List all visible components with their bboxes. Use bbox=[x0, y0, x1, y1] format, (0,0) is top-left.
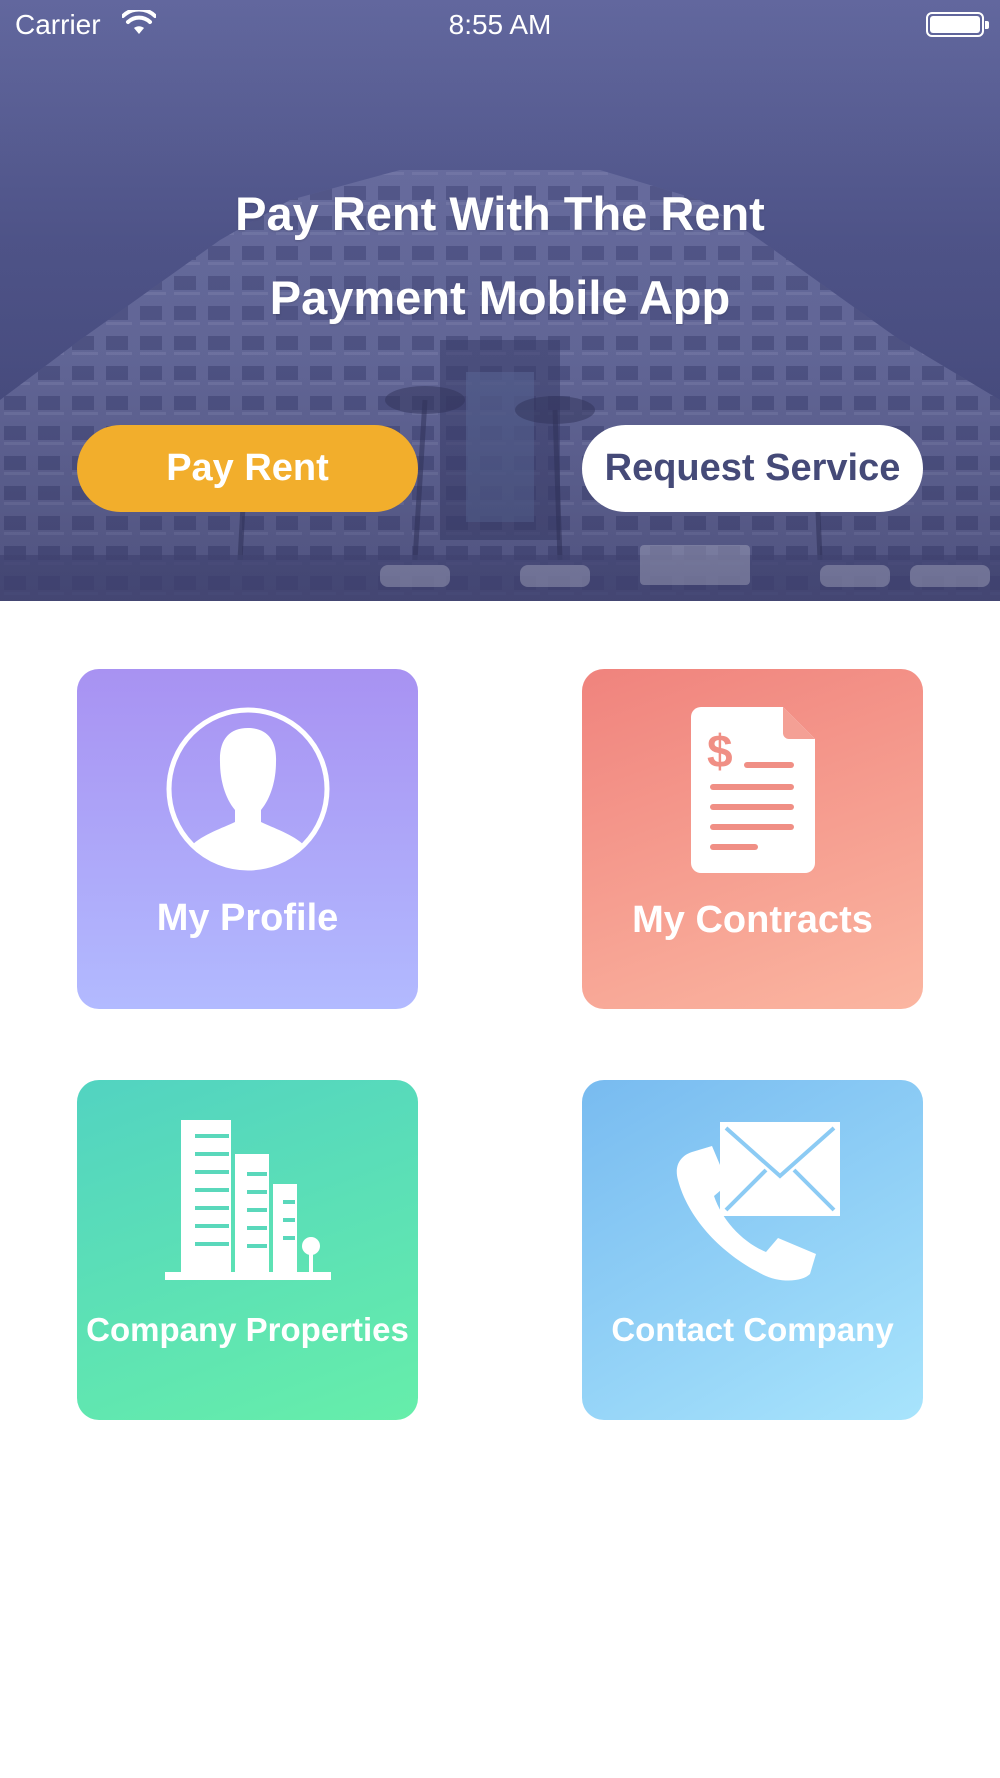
tile-label: My Profile bbox=[156, 897, 339, 939]
hero-title-line-1: Pay Rent With The Rent bbox=[235, 187, 765, 240]
home-screen: Carrier 8:55 AM Pay Rent With The Rent P… bbox=[0, 0, 1000, 1778]
tile-label: Company Properties bbox=[86, 1311, 409, 1348]
request-service-button[interactable]: Request Service bbox=[582, 425, 923, 512]
phone-mail-icon bbox=[676, 1122, 840, 1281]
svg-text:$: $ bbox=[707, 725, 733, 777]
contact-company-tile[interactable]: Contact Company bbox=[582, 1080, 923, 1420]
tile-label: Contact Company bbox=[611, 1311, 894, 1348]
status-bar: Carrier 8:55 AM bbox=[0, 0, 1000, 50]
buildings-icon bbox=[165, 1120, 331, 1280]
user-profile-icon bbox=[166, 707, 330, 871]
my-contracts-tile[interactable]: $ My Contracts bbox=[582, 669, 923, 1009]
hero-title: Pay Rent With The Rent Payment Mobile Ap… bbox=[100, 172, 900, 340]
hero-title-line-2: Payment Mobile App bbox=[269, 271, 731, 324]
clock: 8:55 AM bbox=[448, 9, 552, 40]
company-properties-tile[interactable]: Company Properties bbox=[77, 1080, 418, 1420]
my-profile-tile[interactable]: My Profile bbox=[77, 669, 418, 1009]
contract-document-icon: $ bbox=[691, 707, 815, 873]
pay-rent-button[interactable]: Pay Rent bbox=[77, 425, 418, 512]
tile-label: My Contracts bbox=[632, 899, 873, 941]
hero-banner: Carrier 8:55 AM Pay Rent With The Rent P… bbox=[0, 0, 1000, 601]
battery-icon bbox=[926, 12, 989, 37]
